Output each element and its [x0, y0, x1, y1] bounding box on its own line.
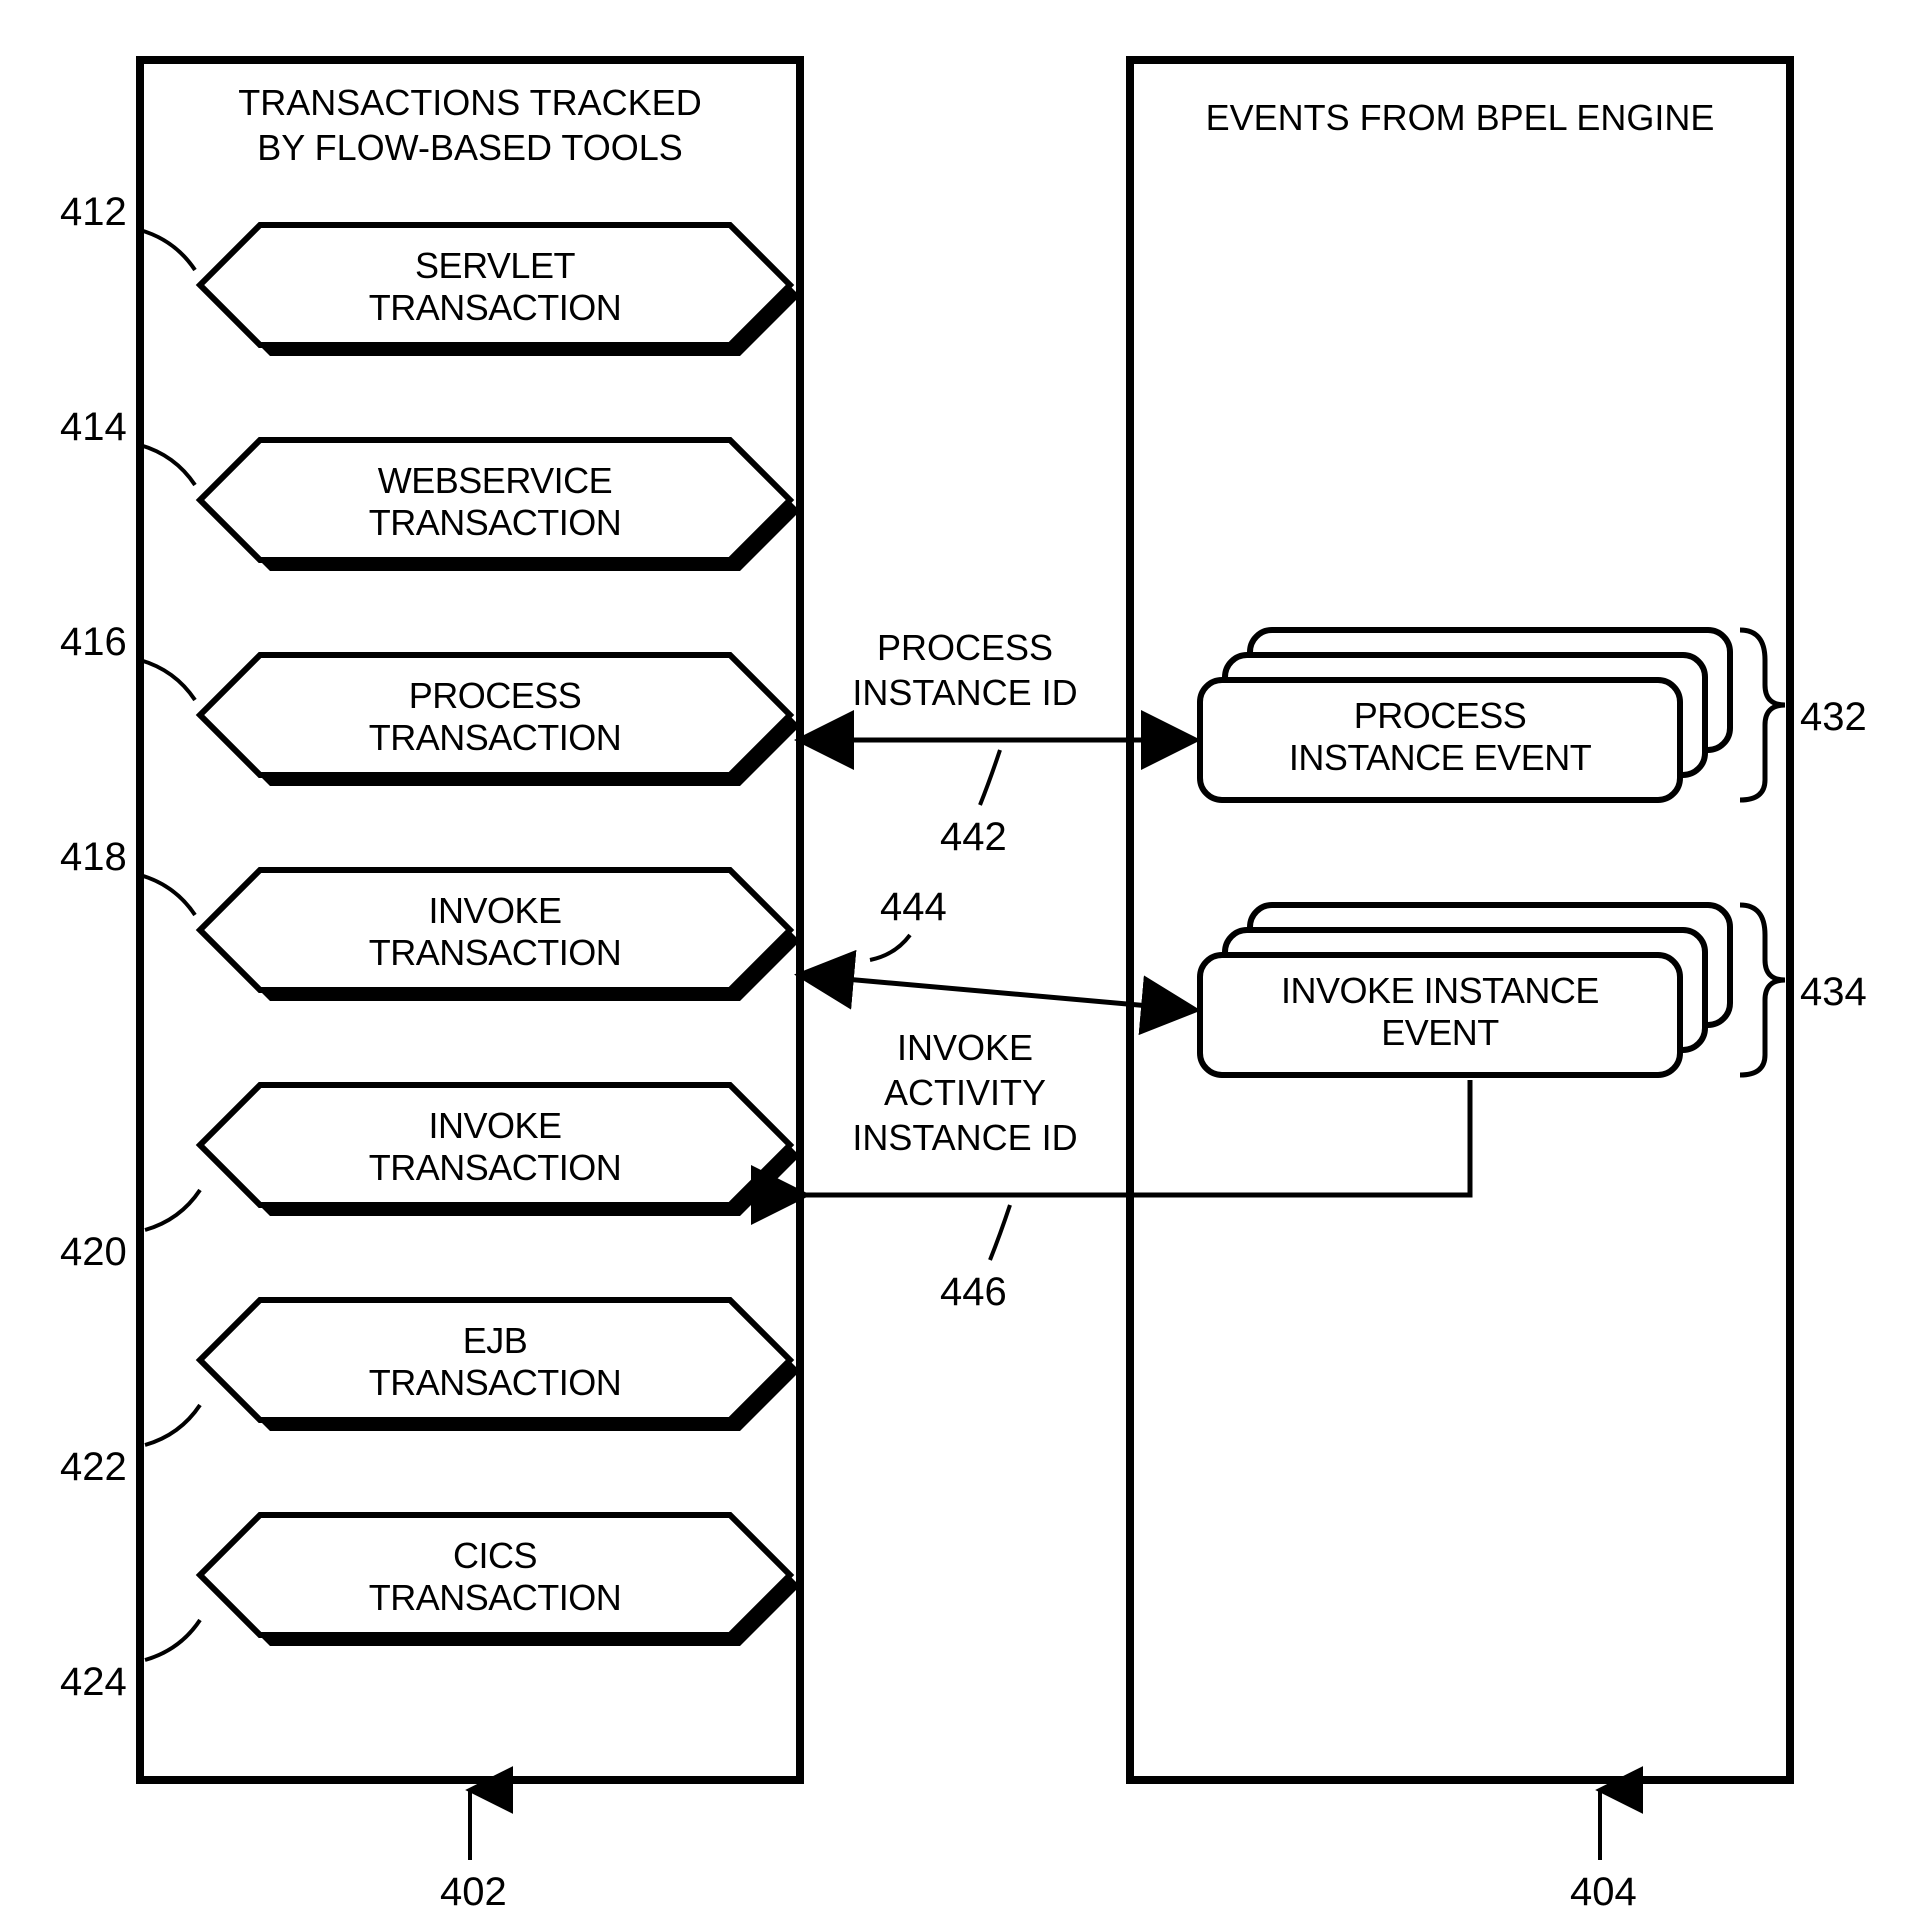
- svg-text:SERVLET: SERVLET: [415, 245, 575, 286]
- svg-text:404: 404: [1570, 1870, 1637, 1914]
- svg-text:INSTANCE EVENT: INSTANCE EVENT: [1289, 737, 1592, 778]
- svg-text:EVENT: EVENT: [1381, 1012, 1499, 1053]
- svg-text:420: 420: [60, 1230, 127, 1274]
- svg-text:422: 422: [60, 1445, 127, 1489]
- svg-text:WEBSERVICE: WEBSERVICE: [378, 460, 612, 501]
- svg-text:INSTANCE ID: INSTANCE ID: [852, 672, 1077, 713]
- svg-text:TRANSACTION: TRANSACTION: [369, 717, 622, 758]
- left-title-l1: TRANSACTIONS TRACKED: [238, 82, 701, 123]
- svg-text:INVOKE: INVOKE: [428, 1105, 561, 1146]
- left-title-l2: BY FLOW-BASED TOOLS: [257, 127, 682, 168]
- ref-402: 402: [440, 1790, 507, 1914]
- ref-446: 446: [940, 1205, 1010, 1314]
- svg-text:432: 432: [1800, 695, 1867, 739]
- diagram-root: TRANSACTIONS TRACKED BY FLOW-BASED TOOLS…: [0, 0, 1918, 1925]
- svg-text:TRANSACTION: TRANSACTION: [369, 1577, 622, 1618]
- svg-text:TRANSACTION: TRANSACTION: [369, 932, 622, 973]
- svg-text:402: 402: [440, 1870, 507, 1914]
- svg-text:CICS: CICS: [453, 1535, 537, 1576]
- svg-text:424: 424: [60, 1660, 127, 1704]
- svg-text:416: 416: [60, 620, 127, 664]
- svg-text:442: 442: [940, 815, 1007, 859]
- svg-text:PROCESS: PROCESS: [877, 627, 1053, 668]
- svg-text:412: 412: [60, 190, 127, 234]
- event-process-stack: PROCESS INSTANCE EVENT 432: [1200, 630, 1867, 800]
- svg-text:444: 444: [880, 885, 947, 929]
- svg-text:418: 418: [60, 835, 127, 879]
- svg-text:TRANSACTION: TRANSACTION: [369, 502, 622, 543]
- svg-text:414: 414: [60, 405, 127, 449]
- svg-text:INVOKE: INVOKE: [897, 1027, 1033, 1068]
- svg-text:TRANSACTION: TRANSACTION: [369, 287, 622, 328]
- svg-text:INVOKE: INVOKE: [428, 890, 561, 931]
- right-title: EVENTS FROM BPEL ENGINE: [1206, 97, 1715, 138]
- svg-text:434: 434: [1800, 970, 1867, 1014]
- ref-404: 404: [1570, 1790, 1637, 1914]
- svg-text:446: 446: [940, 1270, 1007, 1314]
- svg-text:ACTIVITY: ACTIVITY: [884, 1072, 1046, 1113]
- svg-text:PROCESS: PROCESS: [409, 675, 582, 716]
- svg-text:EJB: EJB: [463, 1320, 528, 1361]
- link-iaid-label: INVOKE ACTIVITY INSTANCE ID: [852, 1027, 1077, 1158]
- ref-444: 444: [870, 885, 947, 960]
- svg-text:TRANSACTION: TRANSACTION: [369, 1362, 622, 1403]
- svg-text:PROCESS: PROCESS: [1354, 695, 1527, 736]
- event-invoke-stack: INVOKE INSTANCE EVENT 434: [1200, 905, 1867, 1075]
- svg-text:INSTANCE ID: INSTANCE ID: [852, 1117, 1077, 1158]
- svg-text:TRANSACTION: TRANSACTION: [369, 1147, 622, 1188]
- svg-text:INVOKE INSTANCE: INVOKE INSTANCE: [1281, 970, 1599, 1011]
